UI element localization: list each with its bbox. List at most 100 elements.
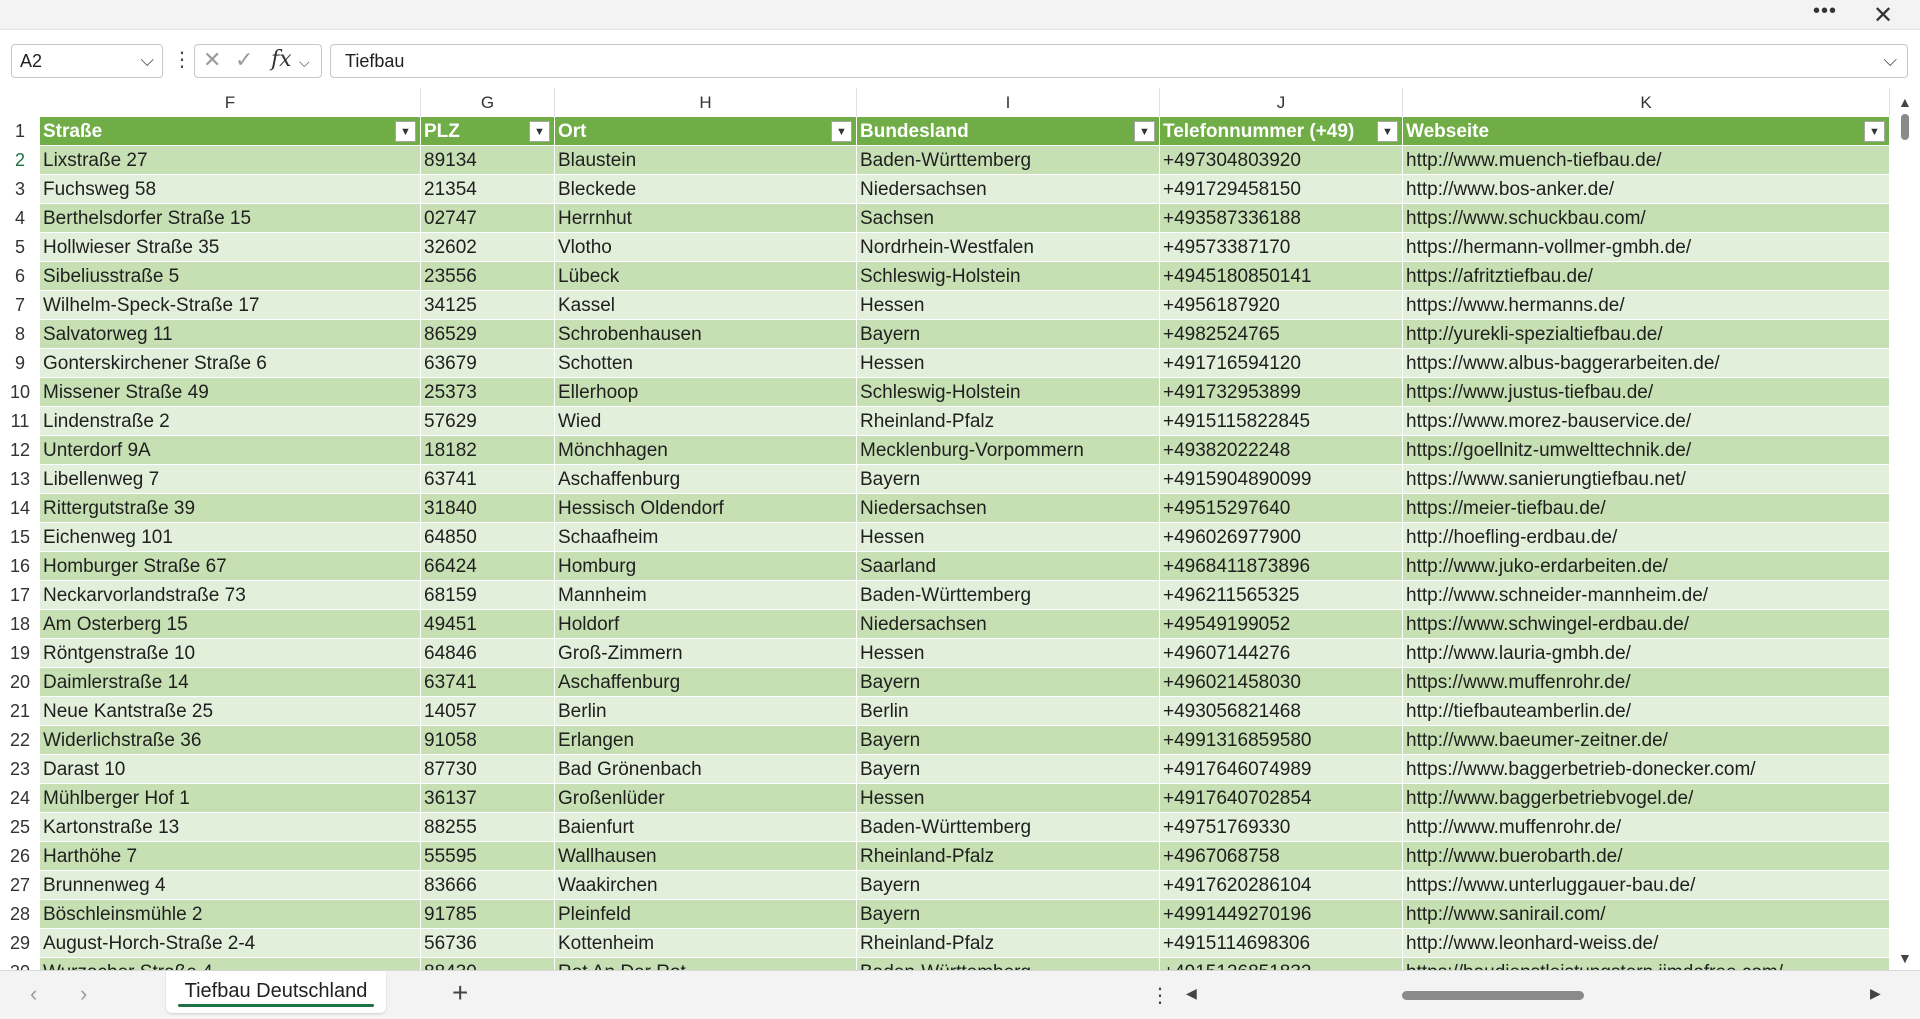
row-number[interactable]: 5 [0, 233, 40, 262]
table-cell[interactable]: Darast 10 [40, 755, 421, 784]
table-cell[interactable]: 64850 [421, 523, 555, 552]
table-cell[interactable]: 21354 [421, 175, 555, 204]
table-cell[interactable]: Brunnenweg 4 [40, 871, 421, 900]
row-number[interactable]: 23 [0, 755, 40, 784]
header-cell[interactable]: PLZ ▼ [421, 117, 555, 146]
table-cell[interactable]: https://afritztiefbau.de/ [1403, 262, 1890, 291]
table-cell[interactable]: 88430 [421, 958, 555, 970]
table-cell[interactable]: +4917646074989 [1160, 755, 1403, 784]
table-cell[interactable]: Harthöhe 7 [40, 842, 421, 871]
table-cell[interactable]: Herrnhut [555, 204, 857, 233]
table-cell[interactable]: Rheinland-Pfalz [857, 407, 1160, 436]
table-cell[interactable]: +496026977900 [1160, 523, 1403, 552]
table-cell[interactable]: Saarland [857, 552, 1160, 581]
table-cell[interactable]: +4917620286104 [1160, 871, 1403, 900]
table-cell[interactable]: 91058 [421, 726, 555, 755]
table-cell[interactable]: Kartonstraße 13 [40, 813, 421, 842]
table-cell[interactable]: Hessen [857, 784, 1160, 813]
table-cell[interactable]: Hollwieser Straße 35 [40, 233, 421, 262]
row-number[interactable]: 6 [0, 262, 40, 291]
table-cell[interactable]: https://hermann-vollmer-gmbh.de/ [1403, 233, 1890, 262]
table-cell[interactable]: +491729458150 [1160, 175, 1403, 204]
column-header[interactable]: F [40, 88, 421, 117]
table-cell[interactable]: http://www.muench-tiefbau.de/ [1403, 146, 1890, 175]
row-number[interactable]: 22 [0, 726, 40, 755]
table-cell[interactable]: Rittergutstraße 39 [40, 494, 421, 523]
scroll-right-icon[interactable]: ▶ [1870, 985, 1881, 1002]
table-cell[interactable]: +49515297640 [1160, 494, 1403, 523]
table-cell[interactable]: Mecklenburg-Vorpommern [857, 436, 1160, 465]
table-cell[interactable]: 31840 [421, 494, 555, 523]
row-number[interactable]: 11 [0, 407, 40, 436]
table-cell[interactable]: +49573387170 [1160, 233, 1403, 262]
table-cell[interactable]: https://baudienstleistungstern.jimdofree… [1403, 958, 1890, 970]
column-header[interactable]: G [421, 88, 555, 117]
table-cell[interactable]: +49549199052 [1160, 610, 1403, 639]
table-cell[interactable]: Lübeck [555, 262, 857, 291]
header-cell[interactable]: Telefonnummer (+49) ▼ [1160, 117, 1403, 146]
table-cell[interactable]: +4956187920 [1160, 291, 1403, 320]
table-cell[interactable]: Bleckede [555, 175, 857, 204]
prev-sheet-icon[interactable]: ‹ [30, 981, 37, 1007]
table-cell[interactable]: +4915115822845 [1160, 407, 1403, 436]
header-cell[interactable]: Webseite ▼ [1403, 117, 1890, 146]
table-cell[interactable]: Bayern [857, 726, 1160, 755]
table-cell[interactable]: +491716594120 [1160, 349, 1403, 378]
table-cell[interactable]: Fuchsweg 58 [40, 175, 421, 204]
table-cell[interactable]: Salvatorweg 11 [40, 320, 421, 349]
table-cell[interactable]: Böschleinsmühle 2 [40, 900, 421, 929]
table-cell[interactable]: Rot An Der Rot [555, 958, 857, 970]
table-cell[interactable]: Aschaffenburg [555, 465, 857, 494]
table-cell[interactable]: Niedersachsen [857, 175, 1160, 204]
table-cell[interactable]: https://www.sanierungtiefbau.net/ [1403, 465, 1890, 494]
table-cell[interactable]: +49607144276 [1160, 639, 1403, 668]
vertical-scrollbar[interactable]: ▲ ▼ [1890, 88, 1920, 970]
select-all-corner[interactable] [0, 88, 40, 117]
horizontal-scroll-thumb[interactable] [1402, 991, 1584, 1000]
table-cell[interactable]: https://www.schwingel-erdbau.de/ [1403, 610, 1890, 639]
table-cell[interactable]: 63741 [421, 668, 555, 697]
table-cell[interactable]: Großenlüder [555, 784, 857, 813]
table-cell[interactable]: Baienfurt [555, 813, 857, 842]
row-number[interactable]: 2 [0, 146, 40, 175]
table-cell[interactable]: +496021458030 [1160, 668, 1403, 697]
table-cell[interactable]: Wilhelm-Speck-Straße 17 [40, 291, 421, 320]
table-cell[interactable]: Mönchhagen [555, 436, 857, 465]
table-cell[interactable]: http://www.lauria-gmbh.de/ [1403, 639, 1890, 668]
row-number[interactable]: 3 [0, 175, 40, 204]
table-cell[interactable]: 64846 [421, 639, 555, 668]
table-cell[interactable]: Daimlerstraße 14 [40, 668, 421, 697]
table-cell[interactable]: Schaafheim [555, 523, 857, 552]
table-cell[interactable]: Schotten [555, 349, 857, 378]
table-cell[interactable]: +496211565325 [1160, 581, 1403, 610]
table-cell[interactable]: Schleswig-Holstein [857, 378, 1160, 407]
more-options-icon[interactable]: ••• [1802, 0, 1848, 26]
table-cell[interactable]: 14057 [421, 697, 555, 726]
table-cell[interactable]: https://www.albus-baggerarbeiten.de/ [1403, 349, 1890, 378]
table-cell[interactable]: +4991316859580 [1160, 726, 1403, 755]
table-cell[interactable]: Holdorf [555, 610, 857, 639]
table-cell[interactable]: +4968411873896 [1160, 552, 1403, 581]
table-cell[interactable]: http://www.schneider-mannheim.de/ [1403, 581, 1890, 610]
table-cell[interactable]: 23556 [421, 262, 555, 291]
table-cell[interactable]: 88255 [421, 813, 555, 842]
table-cell[interactable]: http://www.juko-erdarbeiten.de/ [1403, 552, 1890, 581]
table-cell[interactable]: Kottenheim [555, 929, 857, 958]
table-cell[interactable]: http://yurekli-spezialtiefbau.de/ [1403, 320, 1890, 349]
table-cell[interactable]: Baden-Württemberg [857, 958, 1160, 970]
row-number[interactable]: 28 [0, 900, 40, 929]
table-cell[interactable]: http://www.muffenrohr.de/ [1403, 813, 1890, 842]
table-cell[interactable]: https://goellnitz-umwelttechnik.de/ [1403, 436, 1890, 465]
table-cell[interactable]: +4991449270196 [1160, 900, 1403, 929]
vertical-dots-icon[interactable]: ⋮ [1150, 983, 1170, 1008]
column-header[interactable]: H [555, 88, 857, 117]
filter-dropdown-icon[interactable]: ▼ [1377, 121, 1398, 142]
table-cell[interactable]: http://www.baggerbetriebvogel.de/ [1403, 784, 1890, 813]
table-cell[interactable]: Gonterskirchener Straße 6 [40, 349, 421, 378]
table-cell[interactable]: Röntgenstraße 10 [40, 639, 421, 668]
table-cell[interactable]: Mühlberger Hof 1 [40, 784, 421, 813]
row-number[interactable]: 18 [0, 610, 40, 639]
table-cell[interactable]: 32602 [421, 233, 555, 262]
row-number[interactable]: 30 [0, 958, 40, 970]
table-cell[interactable]: Sachsen [857, 204, 1160, 233]
